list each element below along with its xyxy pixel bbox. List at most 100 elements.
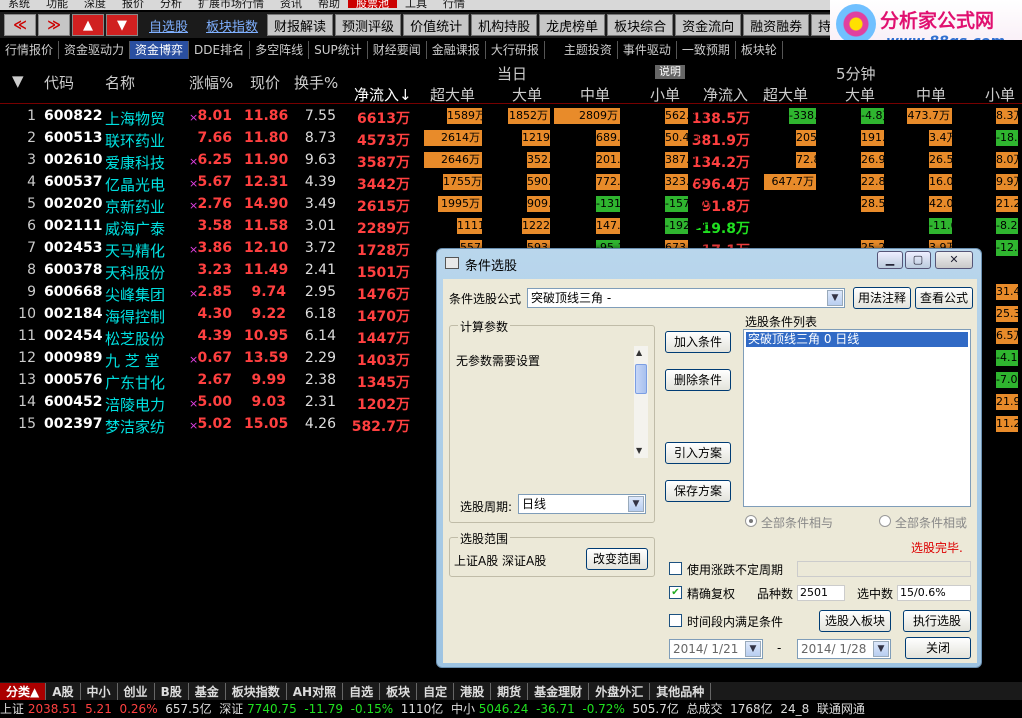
menu-item[interactable]: 资讯 [272, 0, 310, 9]
change-range-button[interactable]: 改变范围 [586, 548, 648, 570]
menu-item[interactable]: 报价 [114, 0, 152, 9]
usage-button[interactable]: 用法注释 [853, 287, 911, 309]
tab-item[interactable]: 大行研报 [486, 41, 545, 59]
tab-item[interactable]: 财经要闻 [368, 41, 427, 59]
market-tab[interactable]: 分类▲ [0, 682, 47, 700]
market-tab[interactable]: 基金理财 [528, 682, 590, 700]
menu-item[interactable]: 工具 [397, 0, 435, 9]
toolbar-btn-sector[interactable]: 板块综合 [607, 14, 674, 36]
date-to[interactable]: 2014/ 1/28 ▼ [797, 639, 891, 659]
toolbar-btn-rating[interactable]: 预测评级 [335, 14, 402, 36]
market-tab[interactable]: 期货 [491, 682, 529, 700]
market-tab[interactable]: B股 [155, 682, 189, 700]
col-code[interactable]: 代码 [44, 72, 74, 93]
subheader[interactable]: 中单 [916, 84, 946, 105]
tab-item[interactable]: SUP统计 [309, 41, 368, 59]
toolbar-btn-value[interactable]: 价值统计 [403, 14, 470, 36]
radio-or[interactable] [879, 515, 891, 527]
toolbar-btn-report[interactable]: 财报解读 [267, 14, 334, 36]
tab-item[interactable]: 事件驱动 [618, 41, 677, 59]
formula-select[interactable]: 突破顶线三角 - ▼ [527, 288, 845, 308]
market-tab[interactable]: 外盘外汇 [589, 682, 651, 700]
menu-item[interactable]: 分析 [152, 0, 190, 9]
add-condition-button[interactable]: 加入条件 [665, 331, 731, 353]
params-scrollbar[interactable]: ▲ ▼ [634, 346, 648, 458]
tab-item[interactable]: 资金博弈 [130, 41, 190, 59]
market-tab[interactable]: 港股 [454, 682, 492, 700]
menu-item[interactable]: 帮助 [310, 0, 348, 9]
chevron-down-icon[interactable]: ▼ [827, 290, 843, 306]
market-tab[interactable]: 创业 [118, 682, 155, 700]
chevron-down-icon[interactable]: ▼ [873, 641, 889, 657]
next-page-button[interactable]: ≫ [38, 14, 70, 36]
view-formula-button[interactable]: 查看公式 [915, 287, 973, 309]
list-item[interactable]: 突破顶线三角 0 日线 [746, 332, 968, 347]
tab-item[interactable]: 资金驱动力 [59, 41, 131, 59]
tab-item[interactable]: DDE排名 [189, 41, 251, 59]
subheader[interactable]: 中单 [580, 84, 610, 105]
chk-period[interactable] [669, 614, 682, 627]
tab-item[interactable]: 行情报价 [0, 41, 60, 59]
to-block-button[interactable]: 选股入板块 [819, 610, 891, 632]
subheader[interactable]: 大单 [512, 84, 542, 105]
market-tab[interactable]: A股 [46, 682, 81, 700]
tab-item[interactable]: 金融课报 [427, 41, 486, 59]
date-from[interactable]: 2014/ 1/21 ▼ [669, 639, 763, 659]
minimize-button[interactable]: ▁ [877, 251, 903, 269]
menu-item[interactable]: 功能 [38, 0, 76, 9]
import-plan-button[interactable]: 引入方案 [665, 442, 731, 464]
subheader[interactable]: 净流入↓ [354, 84, 412, 105]
toolbar-btn-flow[interactable]: 资金流向 [675, 14, 742, 36]
table-row[interactable]: 4 600537 亿晶光电 5.67 12.31 4.39 3442万 696.4万 × 1755… [0, 171, 1022, 194]
watchlist-link[interactable]: 自选股 [140, 16, 197, 35]
tab-item[interactable]: 板块轮 [736, 41, 783, 59]
menu-item[interactable]: 股票池 [348, 0, 397, 9]
market-tab[interactable]: 板块指数 [226, 682, 287, 700]
subheader[interactable]: 超大单 [763, 84, 808, 105]
chk-exact[interactable]: ✔ [669, 586, 682, 599]
table-row[interactable]: 1 600822 上海物贸 8.01 11.86 7.55 6613万 138.5万 × 1589… [0, 105, 1022, 128]
scroll-thumb[interactable] [635, 364, 647, 394]
tab-item[interactable]: 多空阵线 [250, 41, 310, 59]
condition-list[interactable]: 突破顶线三角 0 日线 [743, 329, 971, 507]
period-select[interactable]: 日线 ▼ [518, 494, 646, 514]
table-row[interactable]: 5 002020 京新药业 2.76 14.90 3.49 2615万 91.8万 × 1995万… [0, 193, 1022, 216]
col-turnover[interactable]: 换手% [294, 72, 338, 93]
scroll-down-icon[interactable]: ▼ [636, 446, 642, 455]
explain-button[interactable]: 说明 [655, 65, 685, 79]
tab-item[interactable]: 一致预期 [677, 41, 736, 59]
column-menu-icon[interactable]: ▼ [12, 72, 24, 90]
table-row[interactable]: 3 002610 爱康科技 6.25 11.90 9.63 3587万 134.2万 × 2646… [0, 149, 1022, 172]
execute-button[interactable]: 执行选股 [903, 610, 971, 632]
sector-index-link[interactable]: 板块指数 [197, 16, 267, 35]
table-row[interactable]: 6 002111 威海广泰 3.58 11.58 3.01 2289万 -19.8万 1111万… [0, 215, 1022, 238]
market-tab[interactable]: 其他品种 [650, 682, 712, 700]
close-icon[interactable]: ✕ [935, 251, 973, 269]
scroll-up-icon[interactable]: ▲ [636, 348, 642, 357]
close-button[interactable]: 关闭 [905, 637, 971, 659]
radio-and[interactable] [745, 515, 757, 527]
subheader[interactable]: 净流入 [703, 84, 748, 105]
menu-item[interactable]: 系统 [0, 0, 38, 9]
menu-item[interactable]: 深度 [76, 0, 114, 9]
toolbar-btn-margin[interactable]: 融资融券 [743, 14, 810, 36]
market-tab[interactable]: 中小 [81, 682, 118, 700]
delete-condition-button[interactable]: 删除条件 [665, 369, 731, 391]
market-tab[interactable]: 自选 [343, 682, 381, 700]
down-button[interactable]: ▼ [106, 14, 138, 36]
save-plan-button[interactable]: 保存方案 [665, 480, 731, 502]
subheader[interactable]: 小单 [650, 84, 680, 105]
col-price[interactable]: 现价 [250, 72, 280, 93]
subheader[interactable]: 大单 [845, 84, 875, 105]
tab-item[interactable]: 主题投资 [559, 41, 618, 59]
maximize-button[interactable]: ▢ [905, 251, 931, 269]
subheader[interactable]: 超大单 [430, 84, 475, 105]
menu-item[interactable]: 行情 [435, 0, 473, 9]
col-name[interactable]: 名称 [105, 72, 135, 93]
subheader[interactable]: 小单 [985, 84, 1015, 105]
toolbar-btn-dragon[interactable]: 龙虎榜单 [539, 14, 606, 36]
col-pct[interactable]: 涨幅% [189, 72, 233, 93]
market-tab[interactable]: 基金 [189, 682, 226, 700]
market-tab[interactable]: 板块 [380, 682, 418, 700]
chk-uncertain[interactable] [669, 562, 682, 575]
